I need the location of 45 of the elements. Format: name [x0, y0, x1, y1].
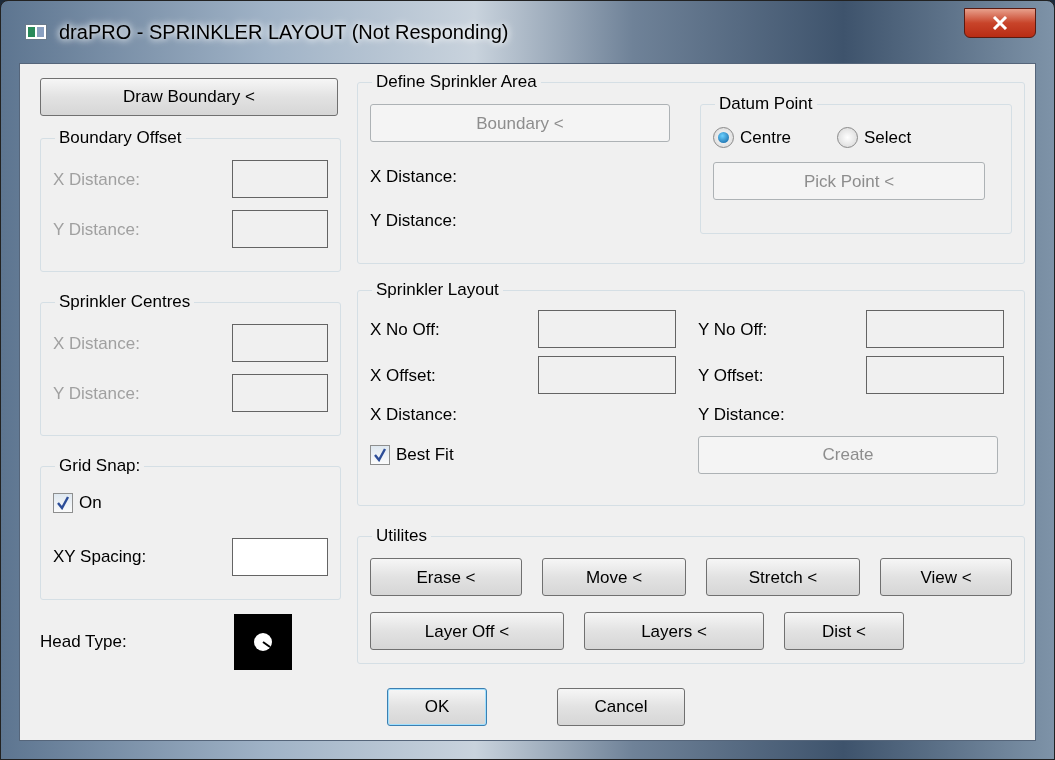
field-label: X Distance:	[370, 404, 458, 427]
ok-button[interactable]: OK	[387, 688, 487, 726]
field-label: X Distance:	[53, 168, 140, 191]
field-label: X Distance:	[53, 332, 140, 355]
window-title: draPRO - SPRINKLER LAYOUT (Not Responding)	[59, 20, 509, 45]
group-title: Sprinkler Centres	[58, 292, 192, 313]
field-label: X Distance:	[370, 166, 458, 189]
field-label: Y Distance:	[698, 404, 786, 427]
group-title: Grid Snap:	[58, 456, 142, 477]
group-title: Datum Point	[718, 94, 814, 115]
utility-button[interactable]: Layers <	[584, 612, 764, 651]
draw-boundary-button[interactable]: Draw Boundary <	[40, 78, 338, 116]
field-label: X No Off:	[370, 318, 440, 341]
checkbox-label: On	[79, 492, 102, 515]
field-label: Y Distance:	[53, 382, 140, 405]
close-icon	[992, 16, 1008, 30]
group-title: Define Sprinkler Area	[375, 72, 538, 93]
group-title: Sprinkler Layout	[375, 280, 500, 301]
group-title: Utilites	[375, 526, 428, 547]
input-field[interactable]	[232, 537, 328, 576]
field-label: Y No Off:	[698, 318, 768, 341]
app-icon	[25, 24, 47, 40]
checkbox[interactable]	[370, 444, 390, 465]
checkbox-label: Best Fit	[396, 444, 454, 467]
radio-button[interactable]	[837, 127, 859, 149]
utility-button[interactable]: Dist <	[784, 612, 904, 651]
field-label: X Offset:	[370, 364, 436, 387]
field-label: Head Type:	[40, 631, 128, 654]
field-label: Y Distance:	[370, 209, 458, 232]
checkbox[interactable]	[53, 493, 73, 514]
utility-button[interactable]: Stretch <	[706, 558, 860, 597]
radio-button[interactable]	[713, 127, 734, 149]
utility-button[interactable]: Erase <	[370, 558, 522, 597]
radio-label: Centre	[740, 126, 792, 149]
cancel-button[interactable]: Cancel	[557, 688, 685, 726]
group-title: Boundary Offset	[58, 128, 183, 149]
field-label: Y Offset:	[698, 364, 764, 387]
radio-label: Select	[864, 126, 912, 149]
field-label: Y Distance:	[53, 218, 140, 241]
utility-button[interactable]: Layer Off <	[370, 612, 564, 651]
field-label: XY Spacing:	[53, 546, 147, 569]
head-type-swatch[interactable]	[234, 614, 292, 670]
utility-button[interactable]: View <	[880, 558, 1012, 597]
close-button[interactable]	[964, 8, 1036, 38]
utility-button[interactable]: Move <	[542, 558, 686, 597]
